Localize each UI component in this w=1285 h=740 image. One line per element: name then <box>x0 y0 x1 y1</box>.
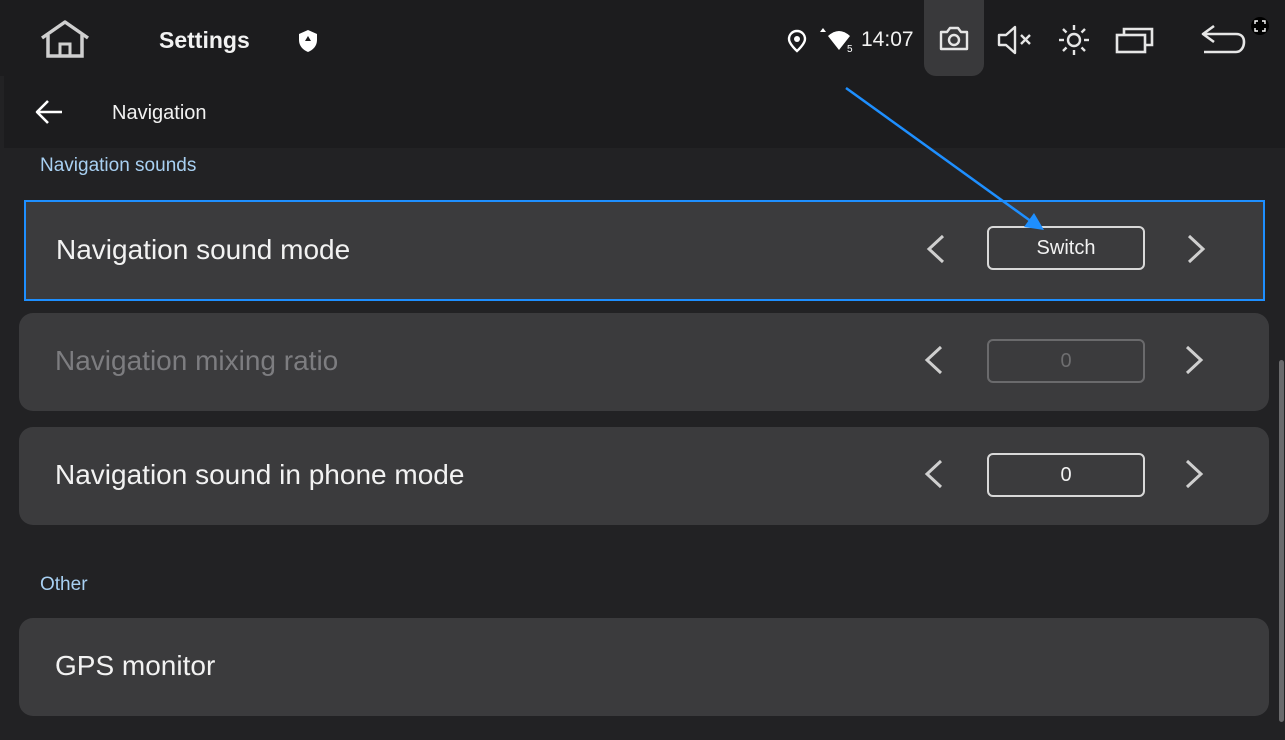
chevron-left-icon[interactable] <box>923 232 949 266</box>
setting-row-gps-monitor[interactable]: GPS monitor <box>19 618 1269 716</box>
section-header-other: Other <box>40 574 88 595</box>
section-header-navigation-sounds: Navigation sounds <box>40 155 197 176</box>
chevron-left-icon[interactable] <box>921 457 947 491</box>
multi-window-icon[interactable] <box>1114 24 1156 56</box>
setting-label: Navigation sound mode <box>56 234 351 265</box>
home-icon[interactable] <box>38 18 92 62</box>
setting-label: GPS monitor <box>55 650 216 681</box>
chevron-right-icon[interactable] <box>1183 232 1209 266</box>
value-display: 0 <box>987 339 1145 383</box>
setting-row-navigation-mixing-ratio[interactable]: Navigation mixing ratio 0 <box>19 313 1269 411</box>
chevron-right-icon[interactable] <box>1181 343 1207 377</box>
status-bar: Settings 5 14:07 <box>0 0 1285 76</box>
wifi-icon: 5 <box>818 28 856 54</box>
sub-header: Navigation <box>4 76 1285 148</box>
camera-icon[interactable] <box>924 0 984 76</box>
network-badge: 5 <box>847 44 853 54</box>
value-display: Switch <box>987 226 1145 270</box>
page-title: Navigation <box>112 102 207 124</box>
setting-label: Navigation mixing ratio <box>55 345 339 376</box>
clock: 14:07 <box>861 28 914 51</box>
app-title: Settings <box>159 27 250 53</box>
back-icon[interactable] <box>1196 20 1252 60</box>
brightness-icon[interactable] <box>1056 22 1092 58</box>
setting-row-navigation-sound-phone-mode[interactable]: Navigation sound in phone mode 0 <box>19 427 1269 525</box>
setting-row-navigation-sound-mode[interactable]: Navigation sound mode Switch <box>24 200 1265 301</box>
chevron-left-icon[interactable] <box>921 343 947 377</box>
fullscreen-icon[interactable] <box>1250 16 1270 36</box>
shield-icon <box>296 28 320 54</box>
value-display: 0 <box>987 453 1145 497</box>
setting-label: Navigation sound in phone mode <box>55 459 465 490</box>
volume-mute-icon[interactable] <box>995 22 1035 58</box>
back-arrow-icon[interactable] <box>34 98 66 126</box>
location-pin-icon <box>786 29 808 53</box>
chevron-right-icon[interactable] <box>1181 457 1207 491</box>
scrollbar[interactable] <box>1279 360 1284 722</box>
